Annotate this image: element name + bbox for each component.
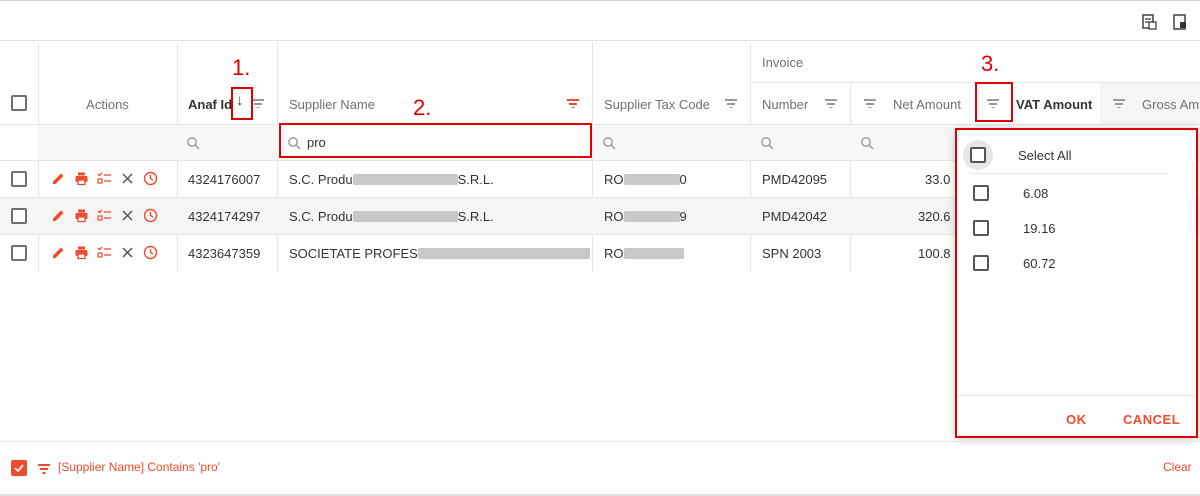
- annotation-label-1: 1.: [232, 55, 251, 80]
- filter-option[interactable]: 60.72: [973, 255, 1056, 271]
- checklist-icon[interactable]: [97, 171, 112, 186]
- annotation-box-3: [975, 82, 1013, 122]
- redacted-text: [417, 247, 590, 259]
- supplier-name-cell: S.C. Produ S.R.L.: [289, 171, 494, 187]
- anaf-id-cell: 4324174297: [188, 208, 261, 224]
- filter-option[interactable]: 6.08: [973, 185, 1048, 201]
- checklist-icon[interactable]: [97, 245, 112, 260]
- history-icon[interactable]: [143, 208, 158, 223]
- edit-icon[interactable]: [51, 171, 66, 186]
- close-icon[interactable]: [120, 245, 135, 260]
- popup-divider: [969, 173, 1169, 174]
- supplier-name-cell: SOCIETATE PROFES: [289, 235, 590, 271]
- annotation-box-1: [231, 87, 253, 120]
- print-icon[interactable]: [74, 208, 89, 223]
- print-icon[interactable]: [74, 245, 89, 260]
- anaf-id-filter-icon[interactable]: [252, 99, 264, 108]
- header-number[interactable]: Number: [762, 84, 808, 124]
- filter-enabled-checkbox[interactable]: [11, 460, 27, 476]
- header-gross-amount[interactable]: Gross Am: [1142, 84, 1199, 124]
- row-actions: [51, 208, 158, 223]
- net-amount-cell: 100.8: [918, 245, 951, 261]
- filter-option[interactable]: 19.16: [973, 220, 1056, 236]
- gross-amount-filter-icon[interactable]: [1113, 99, 1125, 108]
- header-net-amount[interactable]: Net Amount: [893, 84, 961, 124]
- redacted-text: [623, 173, 680, 185]
- checklist-icon[interactable]: [97, 208, 112, 223]
- header-supplier-tax-code[interactable]: Supplier Tax Code: [604, 84, 710, 124]
- number-cell: PMD42042: [762, 208, 828, 224]
- popup-footer-divider: [957, 395, 1196, 396]
- redacted-text: [352, 173, 458, 185]
- header-supplier-name[interactable]: Supplier Name: [289, 84, 375, 124]
- print-icon[interactable]: [74, 171, 89, 186]
- select-all-label: Select All: [1018, 147, 1072, 163]
- supplier-tax-code-filter-icon[interactable]: [725, 99, 737, 108]
- number-cell: PMD42095: [762, 171, 828, 187]
- supplier-tax-code-cell: RO 0: [604, 171, 687, 187]
- column-chooser-icon[interactable]: [1171, 13, 1189, 31]
- filter-panel: [Supplier Name] Contains 'pro' Clear: [0, 441, 1200, 494]
- row-select-checkbox[interactable]: [11, 208, 27, 224]
- net-amount-cell: 320.6: [918, 208, 951, 224]
- anaf-id-cell: 4324176007: [188, 171, 261, 187]
- edit-icon[interactable]: [51, 208, 66, 223]
- row-select-checkbox[interactable]: [11, 171, 27, 187]
- grid-toolbar: [0, 1, 1200, 41]
- search-icon: [603, 137, 616, 150]
- anaf-id-cell: 4323647359: [188, 245, 261, 261]
- redacted-text: [623, 210, 680, 222]
- row-select-checkbox[interactable]: [11, 245, 27, 261]
- annotation-label-3: 3.: [981, 51, 1000, 76]
- filter-expression-text[interactable]: [Supplier Name] Contains 'pro': [58, 460, 220, 474]
- select-all-option[interactable]: Select All: [963, 140, 1071, 170]
- number-filter-icon[interactable]: [825, 99, 837, 108]
- header-anaf-id[interactable]: Anaf Id: [188, 84, 232, 124]
- annotation-label-2: 2.: [413, 95, 432, 120]
- header-invoice-band: Invoice: [762, 54, 804, 70]
- export-icon[interactable]: [1140, 13, 1158, 31]
- supplier-name-filter-icon[interactable]: [567, 99, 579, 108]
- header-actions: Actions: [86, 96, 129, 112]
- filter-icon: [38, 464, 50, 474]
- annotation-box-2: [279, 123, 592, 158]
- row-actions: [51, 171, 158, 186]
- net-amount-filter-icon[interactable]: [864, 99, 876, 108]
- cancel-button[interactable]: CANCEL: [1123, 412, 1180, 427]
- header-filter-popup: Select All 6.08 19.16 60.72 OK CANCEL: [955, 128, 1198, 438]
- supplier-tax-code-cell: RO: [604, 235, 684, 271]
- history-icon[interactable]: [143, 171, 158, 186]
- supplier-tax-code-cell: RO 9: [604, 208, 687, 224]
- ok-button[interactable]: OK: [1066, 412, 1087, 427]
- net-amount-cell: 33.0: [925, 171, 951, 187]
- search-icon: [861, 137, 874, 150]
- search-icon: [761, 137, 774, 150]
- redacted-text: [352, 210, 458, 222]
- search-icon: [187, 137, 200, 150]
- row-actions: [51, 245, 158, 260]
- col-divider: [850, 82, 851, 272]
- clear-filter-button[interactable]: Clear: [1163, 460, 1192, 474]
- edit-icon[interactable]: [51, 245, 66, 260]
- supplier-name-cell: S.C. Produ S.R.L.: [289, 208, 494, 224]
- header-vat-amount[interactable]: VAT Amount: [1016, 84, 1092, 124]
- number-cell: SPN 2003: [762, 245, 822, 261]
- close-icon[interactable]: [120, 208, 135, 223]
- select-all-rows-checkbox[interactable]: [11, 95, 27, 111]
- history-icon[interactable]: [143, 245, 158, 260]
- close-icon[interactable]: [120, 171, 135, 186]
- redacted-text: [623, 247, 684, 259]
